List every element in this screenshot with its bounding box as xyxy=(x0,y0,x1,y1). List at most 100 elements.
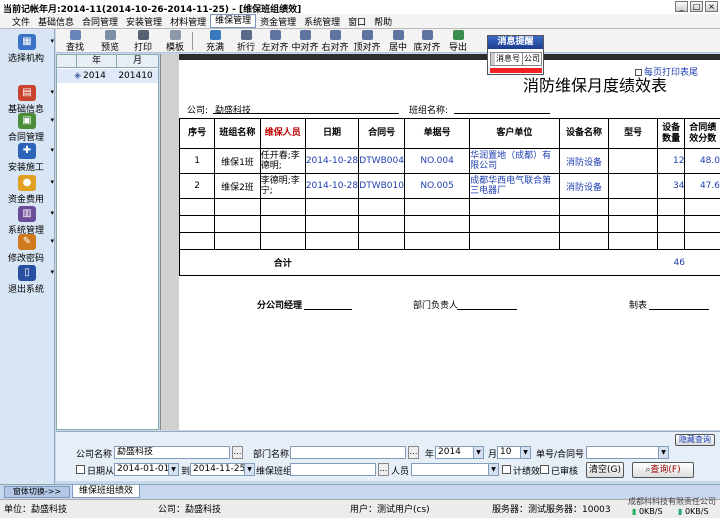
menu-item-2[interactable]: 合同管理 xyxy=(78,15,122,28)
tab-maintenance-performance[interactable]: 维保班组绩效 xyxy=(72,485,140,498)
hide-query-button[interactable]: 隐藏查询 xyxy=(675,434,715,446)
menu-item-6[interactable]: 资金管理 xyxy=(256,15,300,28)
page-margin xyxy=(161,54,179,430)
toolbar-label: 导出 xyxy=(448,43,467,53)
toolbar-button-3[interactable]: 模板 xyxy=(162,30,188,53)
toolbar-button-0[interactable]: 查找 xyxy=(62,30,88,53)
menu-item-5[interactable]: 维保管理 xyxy=(210,14,257,28)
team-picker-button[interactable]: … xyxy=(378,463,389,476)
table-cell xyxy=(358,215,406,233)
toolbar-button-4[interactable]: 充满 xyxy=(201,30,229,53)
chevron-down-icon: ▼ xyxy=(658,447,668,458)
col-header-month: 月 xyxy=(132,56,142,66)
table-cell xyxy=(358,249,405,276)
popup-col2-header: 公司 xyxy=(524,54,540,63)
period-month: 201410 xyxy=(118,71,153,81)
menu-item-7[interactable]: 系统管理 xyxy=(300,15,344,28)
sig-manager-label: 分公司经理 xyxy=(257,301,303,311)
sidebar-item-5[interactable]: ▥ 系统管理 ▾ xyxy=(2,206,54,236)
dept-picker-button[interactable]: … xyxy=(408,446,419,459)
maximize-icon[interactable]: □ xyxy=(690,1,703,12)
toolbar-button-9[interactable]: 顶对齐 xyxy=(352,30,382,53)
clear-button[interactable]: 清空(G) xyxy=(586,462,624,478)
table-cell xyxy=(358,232,406,250)
align-top-icon xyxy=(361,30,373,40)
period-row[interactable]: ◈ 2014 201410 xyxy=(57,69,158,83)
total-label: 合计 xyxy=(260,249,306,276)
menu-item-1[interactable]: 基础信息 xyxy=(34,15,78,28)
table-cell: 2 xyxy=(179,173,216,199)
table-cell xyxy=(179,198,216,216)
menu-item-4[interactable]: 材料管理 xyxy=(166,15,210,28)
toolbar-button-6[interactable]: 左对齐 xyxy=(260,30,290,53)
sidebar-item-0[interactable]: ▦ 选择机构 ▾ xyxy=(2,34,54,64)
toolbar-label: 右对齐 xyxy=(321,43,349,53)
sig-maker-line xyxy=(649,309,709,310)
table-cell: 成都华西电气联合第三电器厂 xyxy=(469,173,560,199)
chevron-down-icon: ▾ xyxy=(50,116,54,124)
table-cell: 维保1班 xyxy=(214,148,261,174)
menu-item-0[interactable]: 文件 xyxy=(8,15,34,28)
window-switch-button[interactable]: 窗体切换->> xyxy=(4,486,70,498)
toolbar-separator xyxy=(192,32,193,50)
status-user: 用户：测试用户(cs) xyxy=(350,505,430,515)
table-row[interactable]: 2 维保2班 李德明;李宁; 2014-10-28 DTWB010 NO.005 成都华西电… xyxy=(179,173,720,199)
align-middle-icon xyxy=(392,30,404,40)
table-cell xyxy=(214,198,261,216)
company-name-label: 公司名称 xyxy=(76,450,113,460)
menu-item-9[interactable]: 帮助 xyxy=(370,15,396,28)
sidebar-item-4[interactable]: ● 资金费用 ▾ xyxy=(2,175,54,205)
table-cell xyxy=(608,198,658,216)
toolbar-button-5[interactable]: 折行 xyxy=(233,30,259,53)
table-cell xyxy=(404,198,471,216)
column-header: 合同号 xyxy=(358,118,406,149)
toolbar-button-8[interactable]: 右对齐 xyxy=(320,30,350,53)
preview-icon xyxy=(104,30,116,40)
sidebar-item-label: 合同管理 xyxy=(7,133,44,143)
toolbar-button-2[interactable]: 打印 xyxy=(130,30,156,53)
menu-item-3[interactable]: 安装管理 xyxy=(122,15,166,28)
chevron-down-icon: ▾ xyxy=(50,268,54,276)
company-picker-button[interactable]: … xyxy=(232,446,243,459)
sidebar-item-7[interactable]: ▯ 退出系统 ▾ xyxy=(2,265,54,295)
message-popup[interactable]: 消息提醒 消息号 公司 xyxy=(487,35,544,75)
toolbar-label: 居中 xyxy=(388,43,407,53)
doc-no-input[interactable]: ▼ xyxy=(586,446,669,459)
toolbar-button-10[interactable]: 居中 xyxy=(386,30,410,53)
toolbar-button-11[interactable]: 底对齐 xyxy=(411,30,443,53)
toolbar-button-12[interactable]: 导出 xyxy=(446,30,470,53)
team-filter-input[interactable] xyxy=(290,463,376,476)
table-cell: 消防设备 xyxy=(558,148,610,174)
minimize-icon[interactable]: _ xyxy=(675,1,688,12)
sidebar-item-1[interactable]: ▤ 基础信息 ▾ xyxy=(2,85,54,115)
chevron-down-icon: ▼ xyxy=(520,447,530,458)
dept-name-input[interactable] xyxy=(290,446,406,459)
query-button[interactable]: ⌕查询(F) xyxy=(632,462,694,478)
audited-checkbox[interactable] xyxy=(540,465,549,474)
month-select[interactable]: 10 ▼ xyxy=(497,446,531,459)
date-to-input[interactable]: 2014-11-25 ▼ xyxy=(190,463,255,476)
company-name-input[interactable]: 勐盛科技 xyxy=(114,446,230,459)
toolbar-button-1[interactable]: 预览 xyxy=(97,30,123,53)
date-filter-checkbox[interactable] xyxy=(76,465,85,474)
table-cell: DTWB004 xyxy=(358,148,406,174)
toolbar-button-7[interactable]: 中对齐 xyxy=(290,30,320,53)
menu-item-8[interactable]: 窗口 xyxy=(344,15,370,28)
window-title: 当前记帐年月:2014-11(2014-10-26-2014-11-25) - … xyxy=(3,5,302,14)
install-icon: ✚ xyxy=(18,143,36,159)
sidebar-item-2[interactable]: ▣ 合同管理 ▾ xyxy=(2,113,54,143)
table-cell xyxy=(684,215,720,233)
sidebar-item-3[interactable]: ✚ 安装施工 ▾ xyxy=(2,143,54,173)
person-input[interactable]: ▼ xyxy=(411,463,499,476)
key-icon: ✎ xyxy=(18,234,36,250)
sidebar-item-6[interactable]: ✎ 修改密码 ▾ xyxy=(2,234,54,264)
close-icon[interactable]: × xyxy=(705,1,718,12)
performance-checkbox[interactable] xyxy=(502,465,511,474)
date-from-input[interactable]: 2014-01-01 ▼ xyxy=(114,463,179,476)
contract-icon: ▣ xyxy=(18,113,36,129)
table-cell: 华润置地（成都）有限公司 xyxy=(469,148,560,174)
table-cell xyxy=(259,215,306,233)
column-header: 客户单位 xyxy=(469,118,560,149)
table-row[interactable]: 1 维保1班 任开春;李德明; 2014-10-28 DTWB004 NO.004 华润置地… xyxy=(179,148,720,174)
year-select[interactable]: 2014 ▼ xyxy=(435,446,484,459)
